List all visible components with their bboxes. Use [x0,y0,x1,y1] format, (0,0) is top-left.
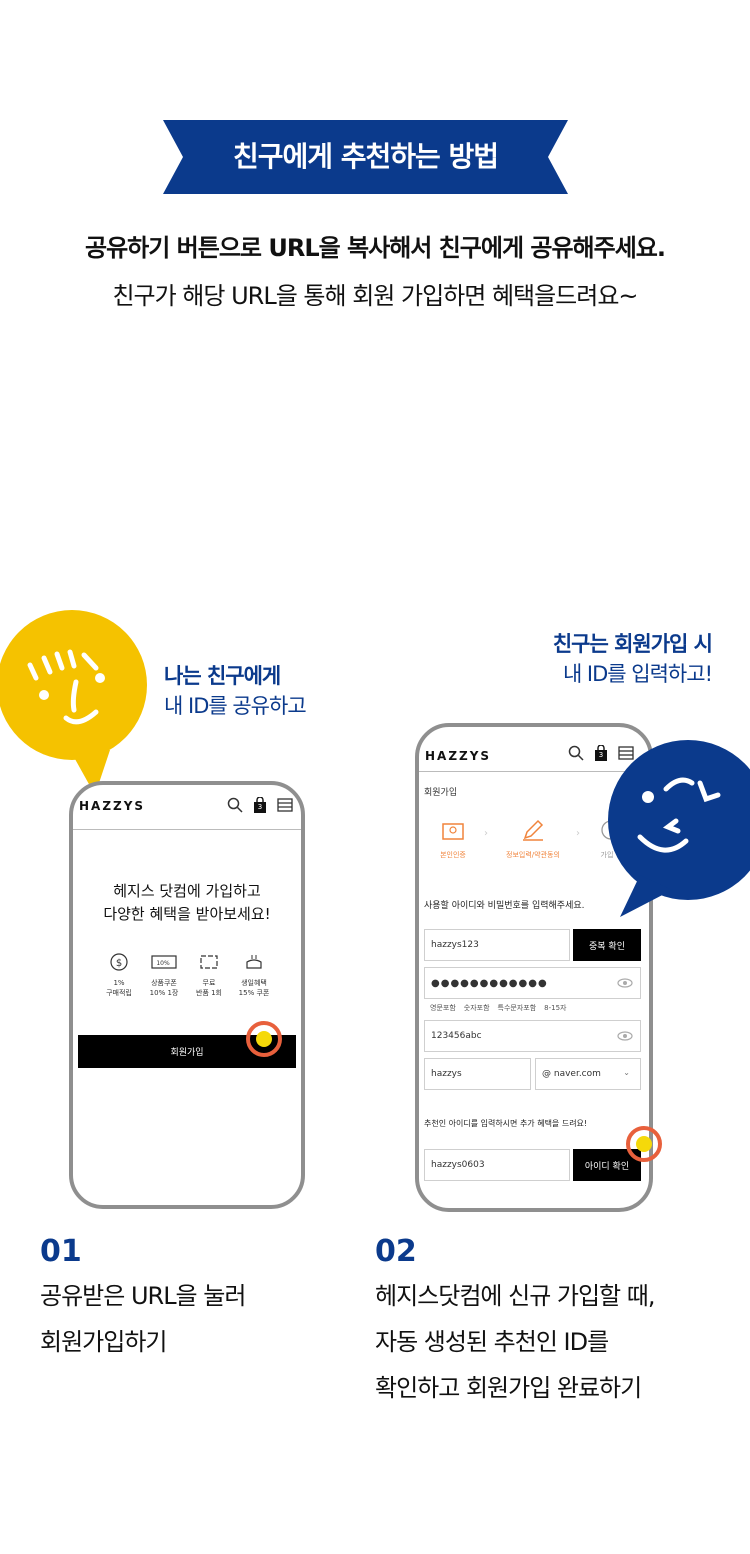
rule-label: 8-15자 [544,1004,567,1012]
phone1-headline-2: 다양한 혜택을 받아보세요! [103,905,271,923]
search-icon[interactable] [227,797,243,813]
edit-icon [523,819,544,841]
chevron-down-icon: ⌄ [623,1068,630,1077]
caption-right-line-2: 내 ID를 입력하고! [562,662,713,686]
eye-icon[interactable] [617,1030,633,1042]
rule-label: 숫자포함 [463,1004,490,1012]
title-banner: 친구에게 추천하는 방법 [232,140,499,173]
step-label: 정보입력/약관동의 [506,851,560,859]
step-2-line-3: 확인하고 회원가입 완료하기 [375,1374,642,1402]
cart-icon[interactable]: 3 [253,796,267,813]
caption-left: 나는 친구에게 내 ID를 공유하고 [164,661,307,721]
hazzys-logo: HAZZYS [425,749,492,763]
tap-indicator-icon [246,1021,282,1057]
step-2: 02 헤지스닷컴에 신규 가입할 때, 자동 생성된 추천인 ID를 확인하고 … [375,1234,655,1411]
benefit-item: 10% 상품쿠폰 10% 1장 [139,952,189,998]
email-local-input[interactable]: hazzys [424,1058,531,1090]
cake-icon [246,955,262,969]
password-input[interactable]: ●●●●●●●●●●●● [424,967,641,999]
intro-line-1: 공유하기 버튼으로 URL을 복사해서 친구에게 공유해주세요. [85,234,666,262]
cart-count: 3 [257,803,263,811]
search-icon[interactable] [568,745,584,761]
caption-right: 친구는 회원가입 시 내 ID를 입력하고! [552,629,713,689]
id-verify-icon [442,823,464,840]
instruction-text: 사용할 아이디와 비밀번호를 입력해주세요. [424,901,585,911]
recommender-id-input[interactable]: hazzys0603 [424,1149,570,1181]
svg-text:$: $ [116,958,122,969]
yellow-face-bubble-icon [0,610,147,795]
password-value: ●●●●●●●●●●●● [431,977,548,989]
step-1-number: 01 [40,1234,82,1269]
recommend-text: 추천인 아이디를 입력하시면 추가 혜택을 드려요! [424,1119,588,1128]
email-domain-select[interactable]: @ naver.com ⌄ [535,1058,641,1090]
step-1: 01 공유받은 URL을 눌러 회원가입하기 [40,1234,246,1365]
eye-icon[interactable] [617,977,633,989]
return-icon [200,955,218,969]
caption-left-line-2: 내 ID를 공유하고 [164,694,307,718]
coupon-icon: 10% [151,955,177,969]
intro-line-2: 친구가 해당 URL을 통해 회원 가입하면 혜택을드려요~ [112,282,638,310]
benefit-item: $ 1% 구매적립 [94,952,144,998]
step-2-line-1: 헤지스닷컴에 신규 가입할 때, [375,1282,655,1310]
phone1-headline-1: 헤지스 닷컴에 가입하고 [113,882,261,900]
duplicate-check-button[interactable]: 중복 확인 [573,929,641,961]
id-input[interactable]: hazzys123 [424,929,570,961]
hazzys-logo: HAZZYS [79,799,146,813]
step-label: 본인인증 [440,851,466,859]
phone1-headline: 헤지스 닷컴에 가입하고 다양한 혜택을 받아보세요! [73,880,301,926]
rule-label: 특수문자포함 [497,1004,537,1012]
benefit-item: 생일혜택 15% 쿠폰 [229,952,279,998]
step-2-line-2: 자동 생성된 추천인 ID를 [375,1328,609,1356]
email-domain-value: @ naver.com [542,1069,601,1079]
navy-face-bubble-icon [608,740,750,917]
coin-icon: $ [110,953,128,971]
phone2-page-title: 회원가입 [424,788,458,798]
chevron-right-icon: › [484,828,488,839]
caption-right-line-1: 친구는 회원가입 시 [552,632,713,656]
rule-label: 영문포함 [430,1004,456,1012]
password-confirm-input[interactable]: 123456abc [424,1020,641,1052]
password-rules: 영문포함 숫자포함 특수문자포함 8-15자 [430,1003,567,1013]
tap-indicator-icon [626,1126,662,1162]
chevron-right-icon: › [576,828,580,839]
step-2-number: 02 [375,1234,417,1269]
menu-icon[interactable] [277,797,293,813]
benefit-item: 무료 반품 1회 [184,952,234,998]
step-1-line-1: 공유받은 URL을 눌러 [40,1282,246,1310]
phone1-header: HAZZYS 3 [73,785,301,830]
svg-text:10%: 10% [156,960,170,967]
caption-left-line-1: 나는 친구에게 [164,664,281,688]
step-1-line-2: 회원가입하기 [40,1328,167,1356]
